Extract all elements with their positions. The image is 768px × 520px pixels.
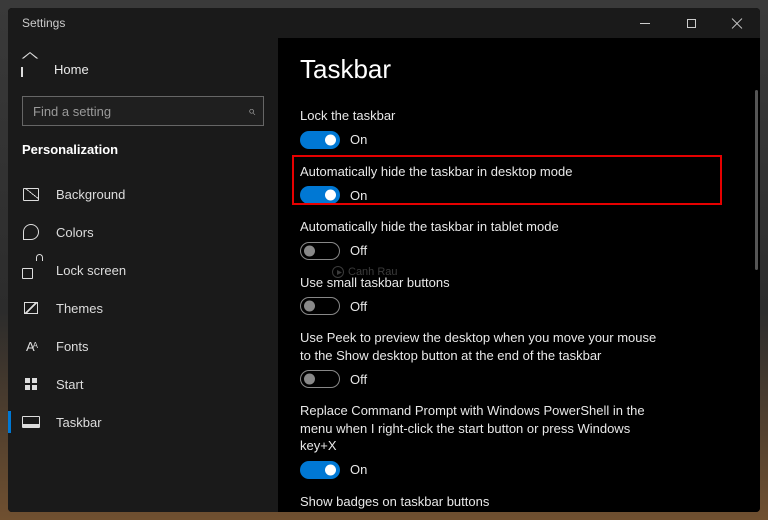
toggle-row: Off [300, 297, 738, 315]
search-box[interactable]: ⌕ [22, 96, 264, 126]
toggle-row: Off [300, 242, 738, 260]
toggle-row: On [300, 131, 738, 149]
settings-window: Settings Home ⌕ Personalization [8, 8, 760, 512]
setting-label: Show badges on taskbar buttons [300, 493, 738, 511]
toggle-state-label: Off [350, 243, 367, 258]
sidebar-item-label: Lock screen [56, 263, 126, 278]
sidebar-item-label: Themes [56, 301, 103, 316]
taskbar-icon [22, 413, 40, 431]
toggle-state-label: Off [350, 372, 367, 387]
sidebar-item-fonts[interactable]: AA Fonts [8, 327, 278, 365]
palette-icon [22, 223, 40, 241]
toggle-autohide-tablet[interactable] [300, 242, 340, 260]
setting-lock-taskbar: Lock the taskbar On [300, 103, 738, 159]
sidebar-item-taskbar[interactable]: Taskbar [8, 403, 278, 441]
toggle-row: On [300, 461, 738, 479]
sidebar-item-colors[interactable]: Colors [8, 213, 278, 251]
watermark-icon [332, 266, 344, 278]
maximize-button[interactable] [668, 8, 714, 38]
lock-icon [22, 261, 40, 279]
toggle-row: Off [300, 370, 738, 388]
toggle-state-label: On [350, 132, 367, 147]
sidebar-item-themes[interactable]: Themes [8, 289, 278, 327]
home-label: Home [54, 62, 89, 77]
themes-icon [22, 299, 40, 317]
toggle-state-label: On [350, 188, 367, 203]
sidebar-item-label: Start [56, 377, 83, 392]
window-body: Home ⌕ Personalization Background Colors [8, 38, 760, 512]
setting-powershell-replace: Replace Command Prompt with Windows Powe… [300, 398, 738, 489]
search-container: ⌕ [8, 86, 278, 136]
watermark-text: Canh Rau [348, 266, 398, 278]
sidebar-item-lock-screen[interactable]: Lock screen [8, 251, 278, 289]
fonts-icon: AA [22, 337, 40, 355]
minimize-button[interactable] [622, 8, 668, 38]
content-pane: Taskbar Lock the taskbar On Automaticall… [278, 38, 760, 512]
minimize-icon [640, 23, 650, 24]
setting-label: Automatically hide the taskbar in tablet… [300, 218, 738, 236]
setting-autohide-tablet: Automatically hide the taskbar in tablet… [300, 214, 738, 270]
toggle-small-buttons[interactable] [300, 297, 340, 315]
close-button[interactable] [714, 8, 760, 38]
toggle-row: On [300, 186, 738, 204]
start-icon [22, 375, 40, 393]
setting-label: Lock the taskbar [300, 107, 738, 125]
toggle-lock-taskbar[interactable] [300, 131, 340, 149]
sidebar-item-label: Colors [56, 225, 94, 240]
setting-label: Replace Command Prompt with Windows Powe… [300, 402, 738, 455]
maximize-icon [687, 19, 696, 28]
sidebar-nav: Background Colors Lock screen Themes AA … [8, 175, 278, 441]
picture-icon [22, 185, 40, 203]
toggle-autohide-desktop[interactable] [300, 186, 340, 204]
search-icon: ⌕ [248, 103, 255, 119]
setting-show-badges: Show badges on taskbar buttons On [300, 489, 738, 512]
home-icon [22, 60, 40, 78]
window-controls [622, 8, 760, 38]
setting-label: Automatically hide the taskbar in deskto… [300, 163, 738, 181]
toggle-state-label: Off [350, 299, 367, 314]
setting-label: Use Peek to preview the desktop when you… [300, 329, 738, 364]
sidebar-item-label: Background [56, 187, 125, 202]
sidebar: Home ⌕ Personalization Background Colors [8, 38, 278, 512]
setting-autohide-desktop: Automatically hide the taskbar in deskto… [300, 159, 738, 215]
sidebar-category-label: Personalization [8, 136, 278, 175]
window-title: Settings [8, 16, 65, 30]
close-icon [731, 17, 743, 29]
sidebar-item-label: Taskbar [56, 415, 102, 430]
toggle-peek-preview[interactable] [300, 370, 340, 388]
page-title: Taskbar [300, 54, 738, 85]
search-input[interactable] [31, 103, 248, 120]
titlebar: Settings [8, 8, 760, 38]
toggle-state-label: On [350, 462, 367, 477]
home-nav-item[interactable]: Home [8, 52, 278, 86]
sidebar-item-label: Fonts [56, 339, 89, 354]
sidebar-item-start[interactable]: Start [8, 365, 278, 403]
watermark: Canh Rau [332, 266, 398, 278]
toggle-powershell-replace[interactable] [300, 461, 340, 479]
scrollbar[interactable] [755, 90, 758, 270]
sidebar-item-background[interactable]: Background [8, 175, 278, 213]
setting-peek-preview: Use Peek to preview the desktop when you… [300, 325, 738, 398]
